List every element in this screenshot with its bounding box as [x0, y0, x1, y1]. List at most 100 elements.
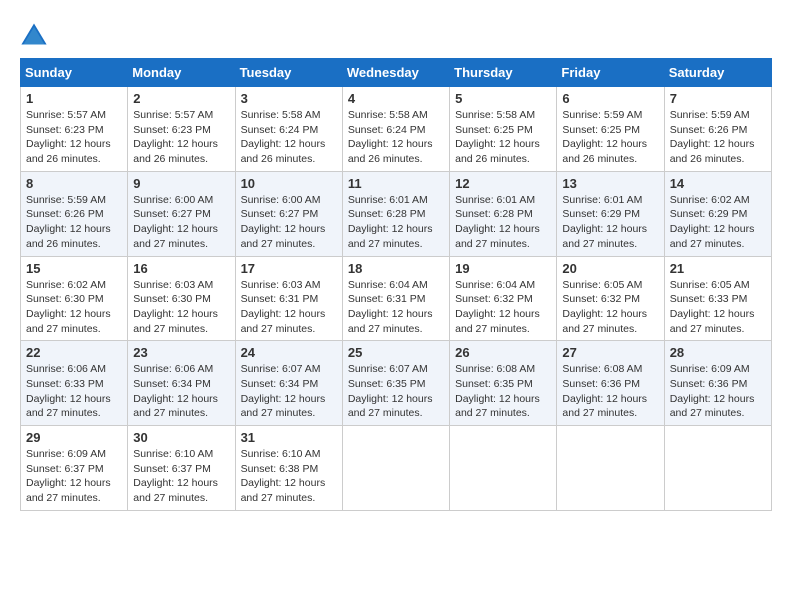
day-number: 28 [670, 345, 766, 360]
day-number: 14 [670, 176, 766, 191]
day-info: Sunrise: 5:58 AM Sunset: 6:24 PM Dayligh… [348, 108, 444, 167]
calendar-cell: 24 Sunrise: 6:07 AM Sunset: 6:34 PM Dayli… [235, 341, 342, 426]
day-info: Sunrise: 6:08 AM Sunset: 6:35 PM Dayligh… [455, 362, 551, 421]
day-number: 31 [241, 430, 337, 445]
day-info: Sunrise: 5:57 AM Sunset: 6:23 PM Dayligh… [26, 108, 122, 167]
header-sunday: Sunday [21, 59, 128, 87]
day-info: Sunrise: 6:02 AM Sunset: 6:30 PM Dayligh… [26, 278, 122, 337]
day-number: 19 [455, 261, 551, 276]
calendar-cell: 14 Sunrise: 6:02 AM Sunset: 6:29 PM Dayli… [664, 171, 771, 256]
day-number: 1 [26, 91, 122, 106]
day-info: Sunrise: 5:59 AM Sunset: 6:26 PM Dayligh… [670, 108, 766, 167]
day-number: 3 [241, 91, 337, 106]
day-info: Sunrise: 6:04 AM Sunset: 6:32 PM Dayligh… [455, 278, 551, 337]
calendar-cell: 5 Sunrise: 5:58 AM Sunset: 6:25 PM Daylig… [450, 87, 557, 172]
day-number: 21 [670, 261, 766, 276]
calendar-cell [450, 426, 557, 511]
day-number: 13 [562, 176, 658, 191]
day-number: 11 [348, 176, 444, 191]
day-info: Sunrise: 6:01 AM Sunset: 6:28 PM Dayligh… [348, 193, 444, 252]
calendar-cell: 1 Sunrise: 5:57 AM Sunset: 6:23 PM Daylig… [21, 87, 128, 172]
calendar-cell: 29 Sunrise: 6:09 AM Sunset: 6:37 PM Dayli… [21, 426, 128, 511]
calendar-cell: 9 Sunrise: 6:00 AM Sunset: 6:27 PM Daylig… [128, 171, 235, 256]
calendar-cell: 26 Sunrise: 6:08 AM Sunset: 6:35 PM Dayli… [450, 341, 557, 426]
day-info: Sunrise: 6:05 AM Sunset: 6:33 PM Dayligh… [670, 278, 766, 337]
day-info: Sunrise: 6:01 AM Sunset: 6:28 PM Dayligh… [455, 193, 551, 252]
calendar-cell: 20Sunrise: 6:05 AM Sunset: 6:32 PM Dayli… [557, 256, 664, 341]
day-number: 4 [348, 91, 444, 106]
logo [20, 20, 50, 48]
calendar-cell: 27 Sunrise: 6:08 AM Sunset: 6:36 PM Dayli… [557, 341, 664, 426]
calendar-cell: 12 Sunrise: 6:01 AM Sunset: 6:28 PM Dayli… [450, 171, 557, 256]
week-row-5: 29 Sunrise: 6:09 AM Sunset: 6:37 PM Dayli… [21, 426, 772, 511]
day-number: 22 [26, 345, 122, 360]
calendar-cell [342, 426, 449, 511]
calendar-cell: 16 Sunrise: 6:03 AM Sunset: 6:30 PM Dayli… [128, 256, 235, 341]
calendar-cell: 8Sunrise: 5:59 AM Sunset: 6:26 PM Daylig… [21, 171, 128, 256]
week-row-2: 8Sunrise: 5:59 AM Sunset: 6:26 PM Daylig… [21, 171, 772, 256]
calendar-cell: 22 Sunrise: 6:06 AM Sunset: 6:33 PM Dayli… [21, 341, 128, 426]
calendar-cell: 31 Sunrise: 6:10 AM Sunset: 6:38 PM Dayli… [235, 426, 342, 511]
calendar-cell: 7Sunrise: 5:59 AM Sunset: 6:26 PM Daylig… [664, 87, 771, 172]
day-info: Sunrise: 6:09 AM Sunset: 6:37 PM Dayligh… [26, 447, 122, 506]
day-number: 27 [562, 345, 658, 360]
day-info: Sunrise: 5:59 AM Sunset: 6:25 PM Dayligh… [562, 108, 658, 167]
calendar-cell: 13 Sunrise: 6:01 AM Sunset: 6:29 PM Dayli… [557, 171, 664, 256]
day-info: Sunrise: 5:58 AM Sunset: 6:25 PM Dayligh… [455, 108, 551, 167]
day-info: Sunrise: 6:04 AM Sunset: 6:31 PM Dayligh… [348, 278, 444, 337]
day-number: 29 [26, 430, 122, 445]
day-info: Sunrise: 6:10 AM Sunset: 6:38 PM Dayligh… [241, 447, 337, 506]
day-number: 26 [455, 345, 551, 360]
day-number: 2 [133, 91, 229, 106]
day-info: Sunrise: 6:03 AM Sunset: 6:30 PM Dayligh… [133, 278, 229, 337]
header-tuesday: Tuesday [235, 59, 342, 87]
calendar-cell: 30Sunrise: 6:10 AM Sunset: 6:37 PM Dayli… [128, 426, 235, 511]
header-friday: Friday [557, 59, 664, 87]
header-saturday: Saturday [664, 59, 771, 87]
calendar-cell: 28 Sunrise: 6:09 AM Sunset: 6:36 PM Dayli… [664, 341, 771, 426]
day-info: Sunrise: 6:05 AM Sunset: 6:32 PM Dayligh… [562, 278, 658, 337]
day-info: Sunrise: 6:06 AM Sunset: 6:34 PM Dayligh… [133, 362, 229, 421]
header-thursday: Thursday [450, 59, 557, 87]
day-number: 15 [26, 261, 122, 276]
calendar-cell: 4 Sunrise: 5:58 AM Sunset: 6:24 PM Daylig… [342, 87, 449, 172]
day-number: 5 [455, 91, 551, 106]
day-number: 18 [348, 261, 444, 276]
day-number: 25 [348, 345, 444, 360]
calendar-cell: 17 Sunrise: 6:03 AM Sunset: 6:31 PM Dayli… [235, 256, 342, 341]
calendar-cell [664, 426, 771, 511]
week-row-4: 22 Sunrise: 6:06 AM Sunset: 6:33 PM Dayli… [21, 341, 772, 426]
day-info: Sunrise: 6:09 AM Sunset: 6:36 PM Dayligh… [670, 362, 766, 421]
calendar-cell: 10Sunrise: 6:00 AM Sunset: 6:27 PM Dayli… [235, 171, 342, 256]
calendar-table: SundayMondayTuesdayWednesdayThursdayFrid… [20, 58, 772, 511]
day-info: Sunrise: 6:02 AM Sunset: 6:29 PM Dayligh… [670, 193, 766, 252]
day-number: 16 [133, 261, 229, 276]
logo-icon [20, 20, 48, 48]
day-info: Sunrise: 6:06 AM Sunset: 6:33 PM Dayligh… [26, 362, 122, 421]
calendar-cell: 3 Sunrise: 5:58 AM Sunset: 6:24 PM Daylig… [235, 87, 342, 172]
day-info: Sunrise: 6:07 AM Sunset: 6:35 PM Dayligh… [348, 362, 444, 421]
calendar-cell: 15 Sunrise: 6:02 AM Sunset: 6:30 PM Dayli… [21, 256, 128, 341]
calendar-cell: 19 Sunrise: 6:04 AM Sunset: 6:32 PM Dayli… [450, 256, 557, 341]
day-number: 12 [455, 176, 551, 191]
day-info: Sunrise: 6:00 AM Sunset: 6:27 PM Dayligh… [133, 193, 229, 252]
day-info: Sunrise: 5:57 AM Sunset: 6:23 PM Dayligh… [133, 108, 229, 167]
calendar-cell: 2 Sunrise: 5:57 AM Sunset: 6:23 PM Daylig… [128, 87, 235, 172]
header-wednesday: Wednesday [342, 59, 449, 87]
day-number: 30 [133, 430, 229, 445]
day-number: 17 [241, 261, 337, 276]
calendar-cell: 11 Sunrise: 6:01 AM Sunset: 6:28 PM Dayli… [342, 171, 449, 256]
page-header [20, 20, 772, 48]
day-number: 24 [241, 345, 337, 360]
calendar-cell: 18 Sunrise: 6:04 AM Sunset: 6:31 PM Dayli… [342, 256, 449, 341]
header-monday: Monday [128, 59, 235, 87]
day-info: Sunrise: 6:07 AM Sunset: 6:34 PM Dayligh… [241, 362, 337, 421]
day-info: Sunrise: 6:03 AM Sunset: 6:31 PM Dayligh… [241, 278, 337, 337]
calendar-cell: 6Sunrise: 5:59 AM Sunset: 6:25 PM Daylig… [557, 87, 664, 172]
day-number: 9 [133, 176, 229, 191]
day-info: Sunrise: 6:01 AM Sunset: 6:29 PM Dayligh… [562, 193, 658, 252]
day-info: Sunrise: 6:08 AM Sunset: 6:36 PM Dayligh… [562, 362, 658, 421]
calendar-cell: 25 Sunrise: 6:07 AM Sunset: 6:35 PM Dayli… [342, 341, 449, 426]
day-info: Sunrise: 5:58 AM Sunset: 6:24 PM Dayligh… [241, 108, 337, 167]
day-number: 10 [241, 176, 337, 191]
